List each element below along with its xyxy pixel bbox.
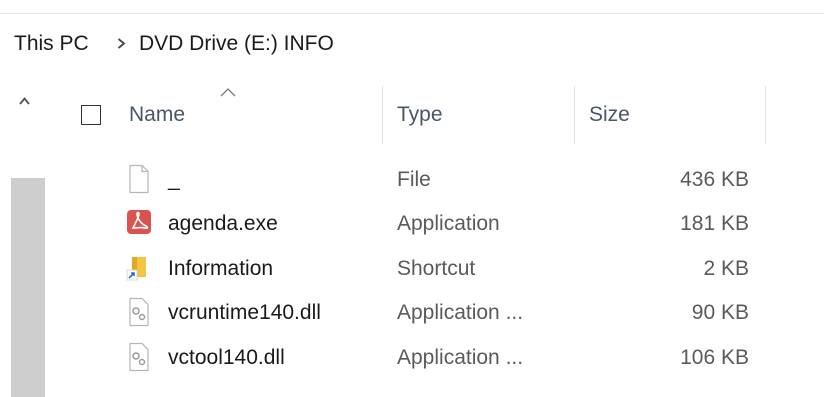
address-bar[interactable]: This PC DVD Drive (E:) INFO <box>0 13 824 76</box>
file-name[interactable]: _ <box>168 157 180 202</box>
file-type: Application ... <box>397 346 524 369</box>
column-header-row: Name Type Size <box>45 86 824 144</box>
file-name[interactable]: Information <box>168 246 273 291</box>
chevron-right-icon[interactable] <box>117 38 126 49</box>
folder-shortcut-icon <box>126 257 146 281</box>
file-size: 436 KB <box>680 168 749 191</box>
file-row[interactable]: agenda.exe Application 181 KB <box>45 201 824 246</box>
file-name[interactable]: vcruntime140.dll <box>168 290 321 335</box>
file-type: Application <box>397 212 500 235</box>
dll-file-icon <box>129 342 149 372</box>
file-size: 106 KB <box>680 346 749 369</box>
file-size: 2 KB <box>703 257 749 280</box>
column-header-name[interactable]: Name <box>129 86 185 144</box>
column-header-size[interactable]: Size <box>589 86 630 144</box>
column-divider[interactable] <box>765 86 766 144</box>
column-divider[interactable] <box>382 86 383 144</box>
breadcrumb-dvd-drive[interactable]: DVD Drive (E:) INFO <box>139 32 334 56</box>
select-all-checkbox[interactable] <box>81 105 101 125</box>
scroll-up-arrow-icon[interactable] <box>19 97 30 105</box>
blank-file-icon <box>129 164 149 194</box>
file-row[interactable]: vcruntime140.dll Application ... 90 KB <box>45 290 824 335</box>
pdf-app-icon <box>127 210 151 234</box>
dll-file-icon <box>129 297 149 327</box>
column-header-type[interactable]: Type <box>397 86 443 144</box>
column-divider[interactable] <box>574 86 575 144</box>
file-row[interactable]: vctool140.dll Application ... 106 KB <box>45 335 824 380</box>
file-type: File <box>397 168 431 191</box>
file-type: Application ... <box>397 301 524 324</box>
sort-ascending-icon <box>220 88 236 97</box>
file-size: 90 KB <box>691 301 749 324</box>
file-size: 181 KB <box>680 212 749 235</box>
file-row[interactable]: _ File 436 KB <box>45 157 824 202</box>
file-name[interactable]: agenda.exe <box>168 201 278 246</box>
file-type: Shortcut <box>397 257 476 280</box>
file-row[interactable]: Information Shortcut 2 KB <box>45 246 824 291</box>
navigation-pane-scrollbar[interactable] <box>0 86 45 397</box>
scroll-thumb[interactable] <box>11 178 45 397</box>
breadcrumb-this-pc[interactable]: This PC <box>14 32 89 56</box>
file-name[interactable]: vctool140.dll <box>168 335 285 380</box>
